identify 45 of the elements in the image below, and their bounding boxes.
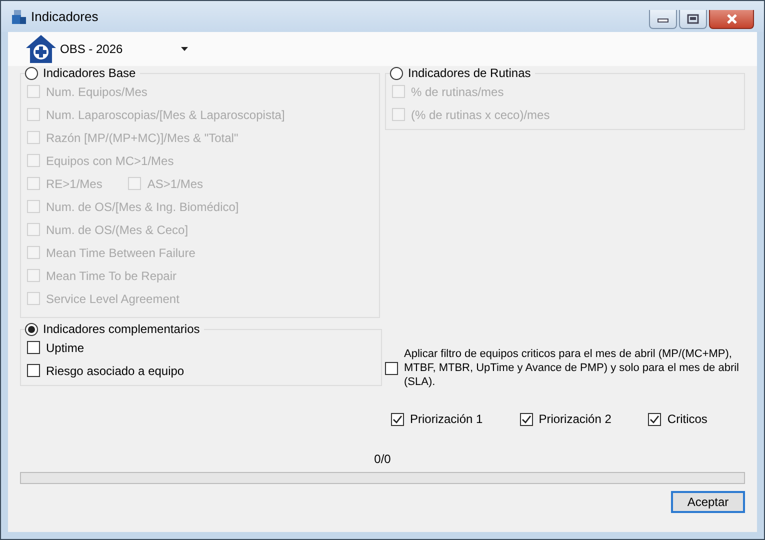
- checkbox[interactable]: [385, 362, 398, 374]
- filter-description: Aplicar filtro de equipos criticos para el mes de abril (MP/(MC+MP), MTBF, MTBR, UpTime y Avance de PMP) y solo para el mes de abril (SLA).: [404, 347, 740, 389]
- site-dropdown[interactable]: OBS - 2026: [60, 42, 188, 56]
- checkbox-label: Num. Laparoscopias/[Mes & Laparoscopista]: [46, 108, 285, 122]
- checkbox[interactable]: [27, 364, 40, 377]
- checkbox-label: Num. de OS/[Mes & Ing. Biomédico]: [46, 200, 239, 214]
- close-button[interactable]: [709, 10, 754, 29]
- radio-button[interactable]: [25, 66, 38, 80]
- maximize-button[interactable]: [679, 10, 707, 29]
- checkbox-label: % de rutinas/mes: [411, 84, 504, 98]
- minimize-button[interactable]: [649, 10, 677, 29]
- check-icon: [392, 414, 403, 424]
- radio-label: Indicadores complementarios: [43, 322, 200, 336]
- checkbox[interactable]: [27, 341, 40, 354]
- checkbox[interactable]: [520, 412, 533, 426]
- maximize-icon: [687, 14, 699, 24]
- checkbox-label: RE>1/Mes: [46, 176, 102, 190]
- checkbox-label: Num. Equipos/Mes: [46, 84, 148, 98]
- check-icon: [649, 414, 660, 424]
- app-icon: [11, 8, 27, 24]
- window-title: Indicadores: [31, 9, 98, 24]
- radio-button[interactable]: [25, 322, 38, 336]
- checkbox-label: Criticos: [667, 412, 708, 426]
- checkbox-label: Num. de OS/(Mes & Ceco]: [46, 222, 188, 236]
- checkbox-label: Riesgo asociado a equipo: [46, 364, 184, 378]
- close-icon: [726, 14, 738, 24]
- checkbox-label: Priorización 2: [538, 412, 612, 426]
- progress-count: 0/0: [373, 452, 392, 466]
- checkbox-label: (% de rutinas x ceco)/mes: [411, 108, 550, 122]
- radio-label: Indicadores Base: [43, 66, 136, 80]
- checkbox-label: AS>1/Mes: [147, 176, 204, 190]
- radio-label: Indicadores de Rutinas: [408, 66, 531, 80]
- checkbox[interactable]: [391, 412, 404, 426]
- checkbox-label: Equipos con MC>1/Mes: [46, 154, 174, 168]
- check-icon: [520, 414, 532, 424]
- radio-button[interactable]: [390, 66, 403, 80]
- checkbox-label: Service Level Agreement: [46, 292, 180, 306]
- accept-button[interactable]: Aceptar: [671, 491, 745, 513]
- checkbox-label: Uptime: [46, 340, 84, 354]
- checkbox-label: Mean Time To be Repair: [46, 268, 177, 282]
- caret-icon: [181, 47, 188, 51]
- checkbox-label: Priorización 1: [410, 412, 483, 426]
- checkbox-label: Mean Time Between Failure: [46, 246, 196, 260]
- checkbox-label: Razón [MP/(MP+MC)]/Mes & "Total": [46, 130, 238, 144]
- checkbox[interactable]: [648, 412, 662, 426]
